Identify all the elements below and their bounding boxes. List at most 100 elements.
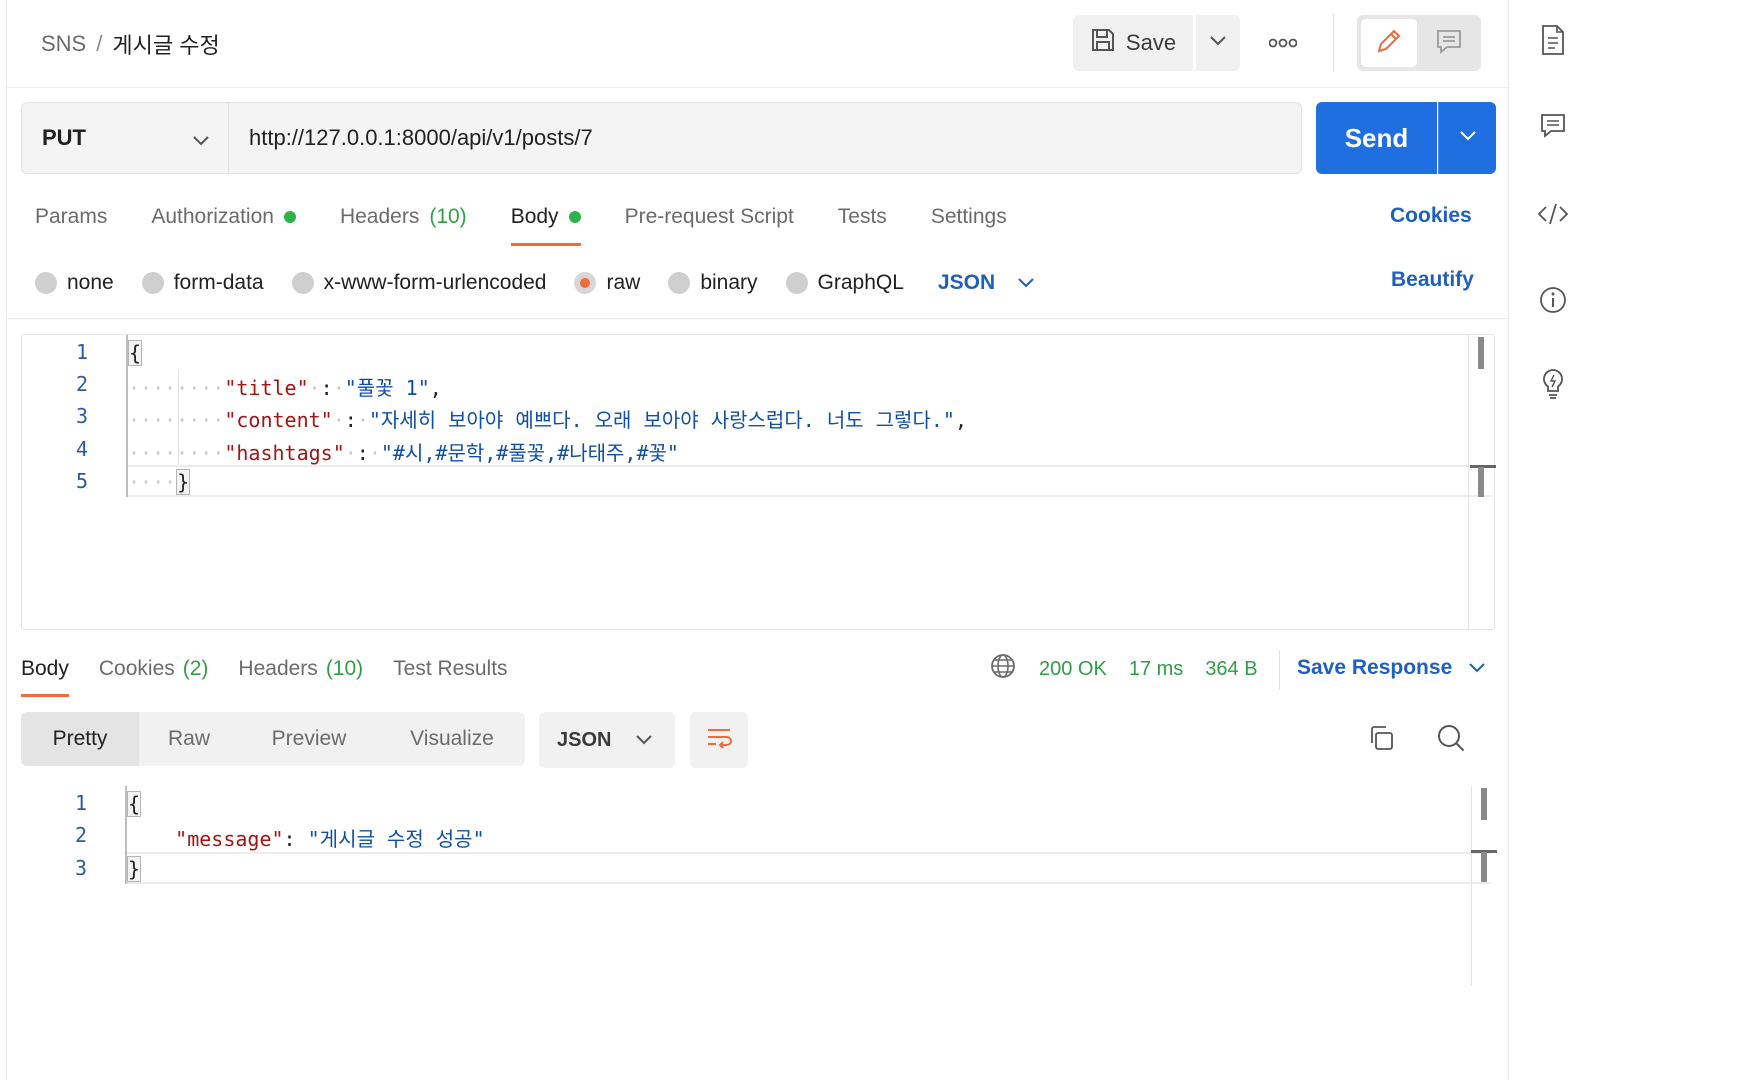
tab-settings[interactable]: Settings xyxy=(931,200,1007,234)
radio-circle xyxy=(785,272,808,294)
chevron-down-icon xyxy=(192,127,210,153)
radio-graphql[interactable]: GraphQL xyxy=(785,271,904,295)
line-number: 2 xyxy=(75,372,88,396)
pencil-icon xyxy=(1375,27,1403,60)
globe-icon[interactable] xyxy=(989,652,1017,686)
view-tab-raw[interactable]: Raw xyxy=(139,712,239,766)
view-tab-visualize[interactable]: Visualize xyxy=(379,712,525,766)
response-body-viewer[interactable]: 1 2 3 { "message": "게시글 수정 성공" } xyxy=(21,786,1497,986)
radio-none[interactable]: none xyxy=(35,271,114,295)
editor-scrollbar-thumb[interactable] xyxy=(1481,788,1487,820)
more-actions-button[interactable] xyxy=(1261,22,1305,66)
edit-mode-button[interactable] xyxy=(1361,19,1417,67)
beautify-button[interactable]: Beautify xyxy=(1391,268,1474,292)
editor-scrollbar-thumb[interactable] xyxy=(1478,337,1484,369)
response-time[interactable]: 17 ms xyxy=(1129,658,1183,681)
editor-scrollbar-track xyxy=(1471,786,1472,986)
view-tab-pretty[interactable]: Pretty xyxy=(21,712,139,766)
wrap-lines-button[interactable] xyxy=(690,712,748,768)
request-body-editor[interactable]: 1 2 3 4 5 { ········"title"·:·"풀꽃 1", ··… xyxy=(21,334,1496,630)
json-key: "hashtags" xyxy=(224,441,345,465)
info-icon xyxy=(1538,285,1568,320)
json-key: "message" xyxy=(175,827,284,851)
radio-circle xyxy=(668,272,691,294)
main-pane: SNS / 게시글 수정 Save PUT http://127.0.0.1:8… xyxy=(6,0,1509,1080)
line-number: 1 xyxy=(74,791,87,815)
radio-urlencoded[interactable]: x-www-form-urlencoded xyxy=(291,271,546,295)
body-language-select[interactable]: JSON xyxy=(938,271,1035,295)
method-select[interactable]: PUT xyxy=(21,102,229,174)
search-button[interactable] xyxy=(1433,722,1469,758)
json-brace: } xyxy=(176,469,191,495)
radio-raw-label: raw xyxy=(606,271,641,294)
tab-response-cookies-label: Cookies xyxy=(98,657,175,680)
tab-response-body[interactable]: Body xyxy=(21,654,69,697)
copy-button[interactable] xyxy=(1363,722,1399,758)
radio-circle xyxy=(141,272,164,294)
body-type-options: none form-data x-www-form-urlencoded raw… xyxy=(35,266,1035,300)
lightbulb-icon xyxy=(1538,367,1568,406)
json-brace: { xyxy=(128,340,143,366)
radio-binary[interactable]: binary xyxy=(668,271,758,295)
comment-icon xyxy=(1539,112,1567,145)
wrap-lines-icon xyxy=(705,726,733,755)
radio-form-data[interactable]: form-data xyxy=(141,271,264,295)
save-response-button[interactable]: Save Response xyxy=(1297,656,1486,680)
line-number: 5 xyxy=(75,469,88,493)
chevron-down-icon xyxy=(635,729,653,752)
tab-prerequest-script[interactable]: Pre-request Script xyxy=(625,200,794,234)
radio-raw[interactable]: raw xyxy=(574,271,640,295)
tab-response-cookies-count: (2) xyxy=(182,657,209,680)
cookies-link[interactable]: Cookies xyxy=(1390,204,1472,228)
tab-body[interactable]: Body xyxy=(510,200,581,246)
code-line: ········"hashtags"·:·"#시,#문학,#풀꽃,#나태주,#꽃… xyxy=(128,441,679,465)
radio-circle xyxy=(291,272,314,294)
response-language-select[interactable]: JSON xyxy=(539,712,675,768)
documentation-button[interactable] xyxy=(1533,22,1573,62)
comments-button[interactable] xyxy=(1533,108,1573,148)
response-size[interactable]: 364 B xyxy=(1205,658,1257,681)
radio-binary-label: binary xyxy=(700,271,758,294)
code-icon xyxy=(1537,202,1569,231)
tab-headers-count: (10) xyxy=(429,205,467,228)
radio-graphql-label: GraphQL xyxy=(817,271,904,294)
tab-response-cookies[interactable]: Cookies (2) xyxy=(99,654,209,684)
send-button[interactable]: Send xyxy=(1316,102,1437,174)
save-button[interactable]: Save xyxy=(1073,15,1193,71)
breadcrumb-request-name[interactable]: 게시글 수정 xyxy=(112,28,219,60)
chevron-down-icon xyxy=(1459,129,1477,147)
tab-tests[interactable]: Tests xyxy=(838,200,887,234)
divider xyxy=(1279,650,1280,690)
tab-response-headers[interactable]: Headers (10) xyxy=(238,654,363,684)
search-icon xyxy=(1436,723,1466,758)
comment-mode-button[interactable] xyxy=(1421,19,1477,67)
send-options-button[interactable] xyxy=(1438,102,1496,174)
tab-tests-label: Tests xyxy=(837,205,887,228)
request-header: SNS / 게시글 수정 Save xyxy=(7,0,1509,88)
status-code[interactable]: 200 OK xyxy=(1039,658,1107,681)
method-label: PUT xyxy=(42,125,86,150)
tab-authorization[interactable]: Authorization xyxy=(151,200,296,234)
radio-circle-checked xyxy=(574,272,597,294)
tab-headers-label: Headers xyxy=(339,205,420,228)
breadcrumb-collection[interactable]: SNS xyxy=(41,31,86,57)
line-number: 2 xyxy=(74,823,87,847)
view-tab-preview[interactable]: Preview xyxy=(239,712,379,766)
copy-icon xyxy=(1367,724,1395,757)
status-dot xyxy=(283,211,296,223)
json-value: "풀꽃 1" xyxy=(344,376,430,400)
info-button[interactable] xyxy=(1533,282,1573,322)
tab-test-results[interactable]: Test Results xyxy=(393,654,507,684)
current-line-highlight xyxy=(126,465,1492,497)
code-snippet-button[interactable] xyxy=(1533,196,1573,236)
floppy-disk-icon xyxy=(1090,27,1116,59)
save-options-button[interactable] xyxy=(1196,15,1240,71)
tab-params[interactable]: Params xyxy=(35,200,107,234)
suggestions-button[interactable] xyxy=(1533,366,1573,406)
response-view-tabs: Pretty Raw Preview Visualize xyxy=(21,712,525,766)
url-input[interactable] xyxy=(228,102,1302,174)
radio-form-data-label: form-data xyxy=(173,271,264,294)
breadcrumb: SNS / 게시글 수정 xyxy=(41,28,220,60)
tab-headers[interactable]: Headers (10) xyxy=(340,200,467,234)
more-horizontal-icon xyxy=(1268,35,1298,53)
